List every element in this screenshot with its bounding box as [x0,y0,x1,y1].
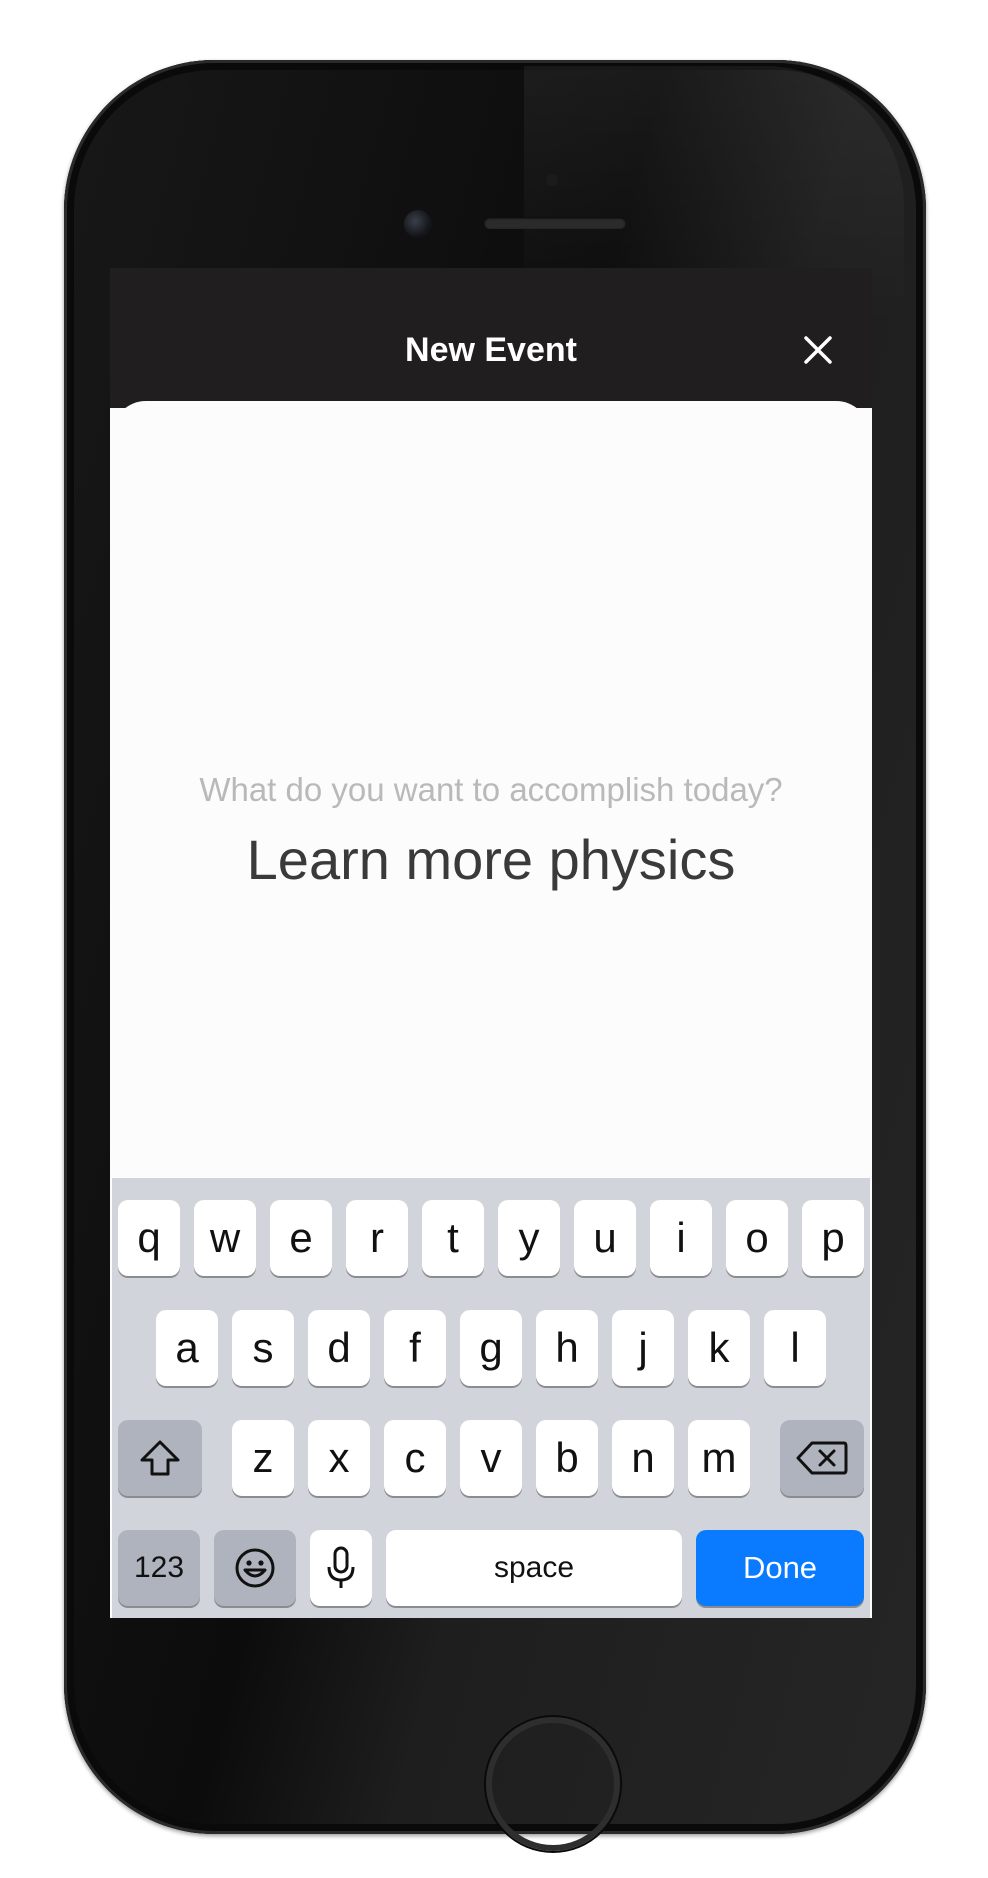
key-n[interactable]: n [612,1420,674,1496]
home-button[interactable] [486,1717,620,1851]
page-title: New Event [405,331,577,369]
numbers-key[interactable]: 123 [118,1530,200,1606]
goal-input[interactable]: Learn more physics [110,826,872,894]
key-u[interactable]: u [574,1200,636,1276]
key-b[interactable]: b [536,1420,598,1496]
close-button[interactable] [800,332,836,368]
key-m[interactable]: m [688,1420,750,1496]
key-c[interactable]: c [384,1420,446,1496]
shift-key[interactable] [118,1420,202,1496]
dictation-key[interactable] [310,1530,372,1606]
question-placeholder: What do you want to accomplish today? [199,771,783,808]
screen: New Event What do you want to accomplish… [110,268,872,1618]
key-i[interactable]: i [650,1200,712,1276]
microphone-icon [327,1546,355,1588]
key-j[interactable]: j [612,1310,674,1386]
key-y[interactable]: y [498,1200,560,1276]
done-button[interactable]: Done [696,1530,864,1606]
key-d[interactable]: d [308,1310,370,1386]
key-v[interactable]: v [460,1420,522,1496]
key-p[interactable]: p [802,1200,864,1276]
space-key[interactable]: space [386,1530,682,1606]
key-l[interactable]: l [764,1310,826,1386]
key-k[interactable]: k [688,1310,750,1386]
key-x[interactable]: x [308,1420,370,1496]
key-a[interactable]: a [156,1310,218,1386]
shift-icon [140,1440,180,1476]
close-icon [804,336,832,364]
delete-icon [796,1441,848,1475]
proximity-sensor [546,174,558,186]
key-r[interactable]: r [346,1200,408,1276]
key-o[interactable]: o [726,1200,788,1276]
key-g[interactable]: g [460,1310,522,1386]
key-t[interactable]: t [422,1200,484,1276]
front-camera [404,210,432,238]
key-h[interactable]: h [536,1310,598,1386]
navigation-bar: New Event [110,268,872,408]
delete-key[interactable] [780,1420,864,1496]
key-w[interactable]: w [194,1200,256,1276]
earpiece-speaker [484,217,626,229]
key-z[interactable]: z [232,1420,294,1496]
emoji-icon [235,1548,275,1588]
keyboard: q w e r t y u i o p a s d f g h j k l z … [112,1178,870,1618]
emoji-key[interactable] [214,1530,296,1606]
key-s[interactable]: s [232,1310,294,1386]
key-f[interactable]: f [384,1310,446,1386]
key-e[interactable]: e [270,1200,332,1276]
key-q[interactable]: q [118,1200,180,1276]
